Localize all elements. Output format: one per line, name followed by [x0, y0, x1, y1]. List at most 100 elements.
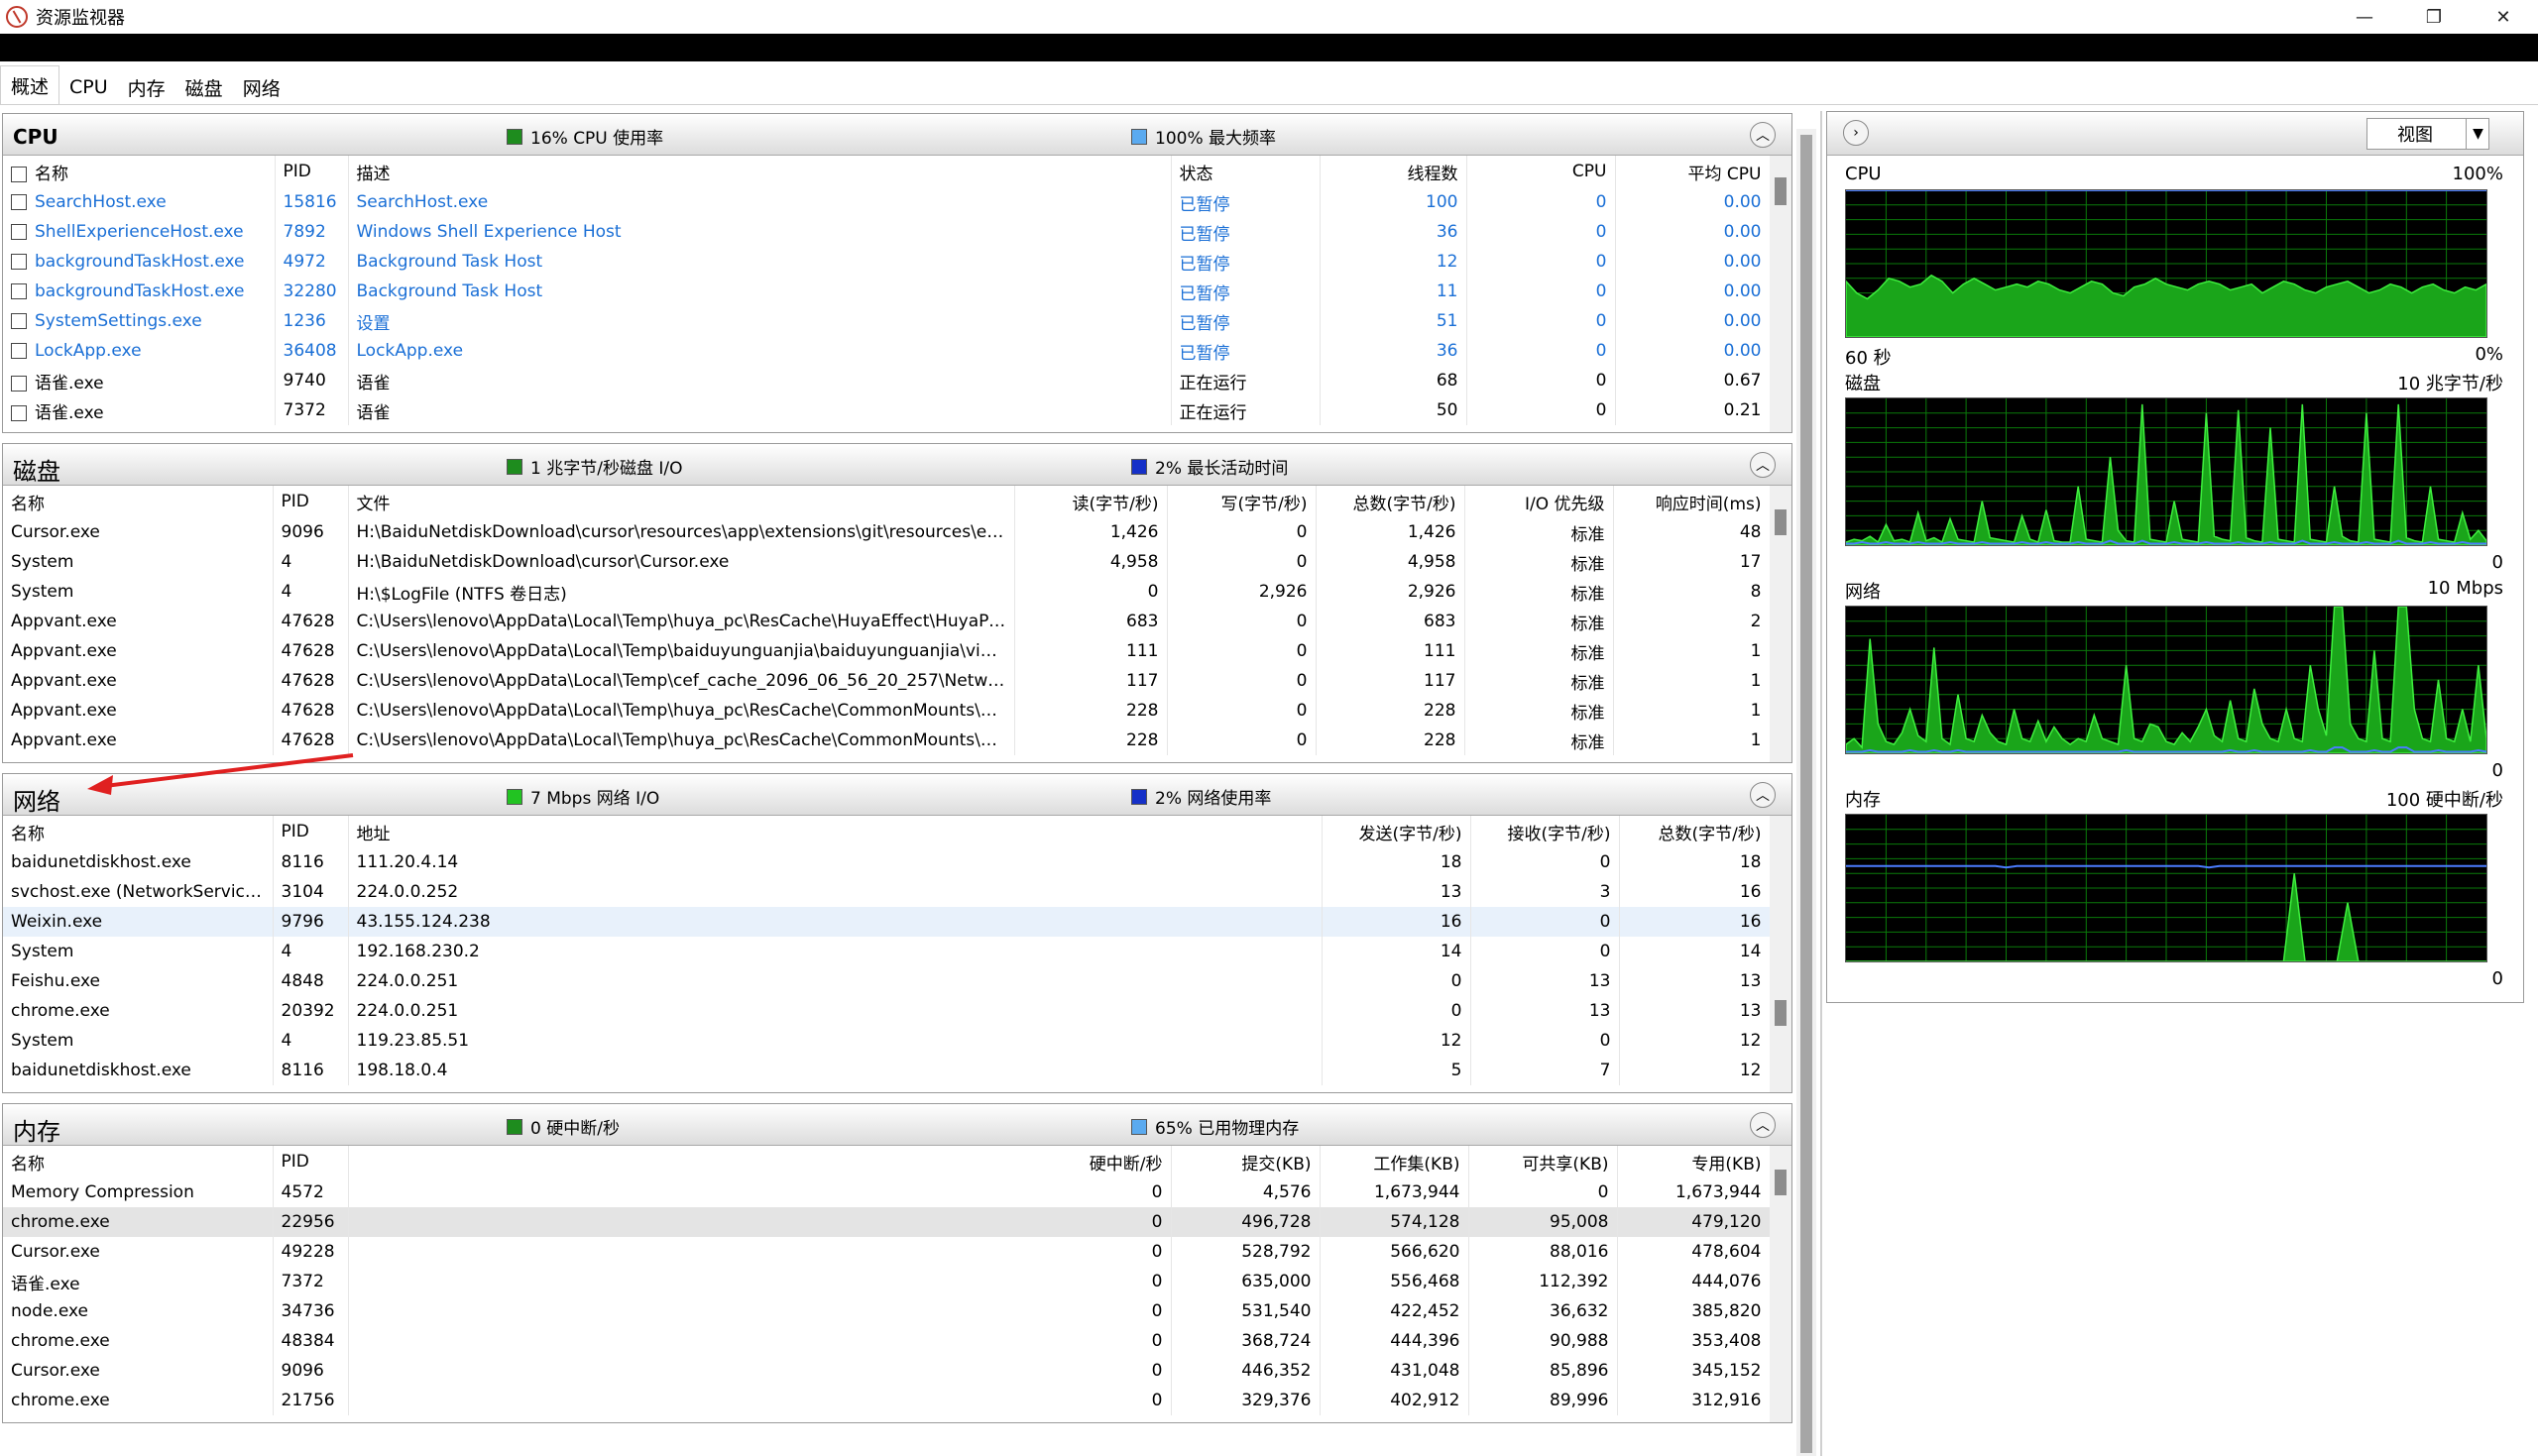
cpu-process-row[interactable]: LockApp.exe 36408 LockApp.exe 已暂停 36 0 0.00 [3, 336, 1771, 366]
panel-splitter[interactable] [1820, 111, 1822, 1456]
cpu-section: CPU 16% CPU 使用率 100% 最大频率 ︿ 名称 PID 描述 状态… [2, 113, 1792, 433]
column-header-pid[interactable]: PID [273, 486, 349, 517]
memory-process-row[interactable]: chrome.exe 21756 0 329,376 402,912 89,996 312,… [3, 1386, 1771, 1415]
expand-graphs-icon[interactable]: › [1843, 120, 1869, 146]
column-header-response-time[interactable]: 响应时间(ms) [1613, 486, 1771, 517]
disk-activity-row[interactable]: Appvant.exe 47628 C:\Users\lenovo\AppData\… [3, 666, 1771, 696]
column-header-description[interactable]: 描述 [348, 156, 1172, 187]
cpu-scroll-thumb[interactable] [1775, 177, 1787, 205]
tab-disk[interactable]: 磁盘 [175, 69, 233, 105]
disk-scroll-thumb[interactable] [1775, 509, 1787, 535]
collapse-disk-icon[interactable]: ︿ [1750, 452, 1776, 478]
column-header-working-set[interactable]: 工作集(KB) [1320, 1146, 1469, 1177]
tab-network[interactable]: 网络 [233, 69, 290, 105]
column-header-read[interactable]: 读(字节/秒) [1014, 486, 1168, 517]
disk-activity-row[interactable]: Cursor.exe 9096 H:\BaiduNetdiskDownload\cu… [3, 517, 1771, 547]
column-header-avg-cpu[interactable]: 平均 CPU [1615, 156, 1771, 187]
column-header-name[interactable]: 名称 [3, 816, 274, 847]
tab-overview[interactable]: 概述 [0, 65, 60, 105]
memory-scroll-thumb[interactable] [1775, 1170, 1787, 1195]
disk-activity-row[interactable]: Appvant.exe 47628 C:\Users\lenovo\AppData\… [3, 696, 1771, 726]
column-header-receive[interactable]: 接收(字节/秒) [1470, 816, 1620, 847]
process-checkbox[interactable] [11, 254, 27, 270]
column-header-shareable[interactable]: 可共享(KB) [1468, 1146, 1618, 1177]
column-header-pid[interactable]: PID [273, 816, 349, 847]
process-checkbox[interactable] [11, 375, 27, 392]
network-scroll-thumb[interactable] [1775, 1000, 1787, 1026]
network-table-scrollbar[interactable] [1770, 816, 1791, 1092]
disk-activity-row[interactable]: System 4 H:\$LogFile (NTFS 卷日志) 0 2,926 2,926… [3, 577, 1771, 607]
network-activity-row[interactable]: Feishu.exe 4848 224.0.0.251 0 13 13 [3, 966, 1771, 996]
disk-activity-row[interactable]: Appvant.exe 47628 C:\Users\lenovo\AppData\… [3, 636, 1771, 666]
network-activity-row[interactable]: chrome.exe 20392 224.0.0.251 0 13 13 [3, 996, 1771, 1026]
column-header-file[interactable]: 文件 [348, 486, 1015, 517]
memory-process-row[interactable]: 语雀.exe 7372 0 635,000 556,468 112,392 444,076 [3, 1267, 1771, 1296]
cpu-table-scrollbar[interactable] [1770, 156, 1791, 432]
cpu-process-row[interactable]: SystemSettings.exe 1236 设置 已暂停 51 0 0.00 [3, 306, 1771, 336]
network-activity-row[interactable]: baidunetdiskhost.exe 8116 198.18.0.4 5 7 12 [3, 1056, 1771, 1085]
memory-process-row[interactable]: node.exe 34736 0 531,540 422,452 36,632 385,82… [3, 1296, 1771, 1326]
memory-process-row[interactable]: chrome.exe 48384 0 368,724 444,396 90,988 353,… [3, 1326, 1771, 1356]
column-header-total[interactable]: 总数(字节/秒) [1619, 816, 1771, 847]
select-all-checkbox[interactable] [11, 166, 27, 182]
network-activity-row[interactable]: Weixin.exe 9796 43.155.124.238 16 0 16 [3, 907, 1771, 937]
view-dropdown-chevron-icon[interactable]: ▼ [2466, 118, 2489, 150]
cpu-section-header[interactable]: CPU 16% CPU 使用率 100% 最大频率 ︿ [3, 114, 1791, 156]
maximize-button[interactable]: ❐ [2399, 0, 2469, 34]
process-checkbox[interactable] [11, 283, 27, 299]
process-checkbox[interactable] [11, 404, 27, 421]
minimize-button[interactable]: — [2330, 0, 2399, 34]
cpu-process-row[interactable]: ShellExperienceHost.exe 7892 Windows Shell… [3, 217, 1771, 247]
column-header-name[interactable]: 名称 [3, 1146, 274, 1177]
cpu-process-row[interactable]: backgroundTaskHost.exe 32280 Background Ta… [3, 277, 1771, 306]
column-header-total[interactable]: 总数(字节/秒) [1316, 486, 1465, 517]
collapse-network-icon[interactable]: ︿ [1750, 782, 1776, 808]
network-activity-row[interactable]: svchost.exe (NetworkService -p) 3104 224.0… [3, 877, 1771, 907]
column-header-pid[interactable]: PID [273, 1146, 349, 1177]
cpu-process-row[interactable]: 语雀.exe 9740 语雀 正在运行 68 0 0.67 [3, 366, 1771, 395]
column-header-pid[interactable]: PID [275, 156, 349, 187]
close-button[interactable]: ✕ [2469, 0, 2538, 34]
column-header-io-priority[interactable]: I/O 优先级 [1464, 486, 1614, 517]
collapse-memory-icon[interactable]: ︿ [1750, 1112, 1776, 1138]
column-header-address[interactable]: 地址 [348, 816, 1323, 847]
column-header-name[interactable]: 名称 [3, 156, 276, 187]
memory-table-scrollbar[interactable] [1770, 1146, 1791, 1422]
disk-table-scrollbar[interactable] [1770, 486, 1791, 762]
collapse-cpu-icon[interactable]: ︿ [1750, 122, 1776, 148]
disk-graph-svg [1846, 398, 2486, 545]
column-header-threads[interactable]: 线程数 [1320, 156, 1467, 187]
cpu-process-row[interactable]: 语雀.exe 7372 语雀 正在运行 50 0 0.21 [3, 395, 1771, 425]
column-header-send[interactable]: 发送(字节/秒) [1322, 816, 1471, 847]
column-header-cpu[interactable]: CPU [1466, 156, 1616, 187]
disk-activity-row[interactable]: Appvant.exe 47628 C:\Users\lenovo\AppData\… [3, 607, 1771, 636]
memory-section-header[interactable]: 内存 0 硬中断/秒 65% 已用物理内存 ︿ [3, 1104, 1791, 1146]
column-header-commit[interactable]: 提交(KB) [1171, 1146, 1321, 1177]
tab-memory[interactable]: 内存 [118, 69, 175, 105]
column-header-hard-faults[interactable]: 硬中断/秒 [348, 1146, 1172, 1177]
process-checkbox[interactable] [11, 313, 27, 329]
left-panel-scrollbar[interactable] [1796, 129, 1816, 1456]
cpu-process-row[interactable]: backgroundTaskHost.exe 4972 Background Tas… [3, 247, 1771, 277]
column-header-write[interactable]: 写(字节/秒) [1167, 486, 1317, 517]
memory-process-row[interactable]: Cursor.exe 49228 0 528,792 566,620 88,016 478,… [3, 1237, 1771, 1267]
column-header-name[interactable]: 名称 [3, 486, 274, 517]
disk-activity-row[interactable]: System 4 H:\BaiduNetdiskDownload\cursor\Cu… [3, 547, 1771, 577]
disk-graph-max: 10 兆字节/秒 [2397, 374, 2503, 394]
process-checkbox[interactable] [11, 224, 27, 240]
column-header-private[interactable]: 专用(KB) [1617, 1146, 1771, 1177]
memory-process-row[interactable]: Memory Compression 4572 0 4,576 1,673,944 0 1,… [3, 1177, 1771, 1207]
network-activity-row[interactable]: baidunetdiskhost.exe 8116 111.20.4.14 18 0 18 [3, 847, 1771, 877]
process-checkbox[interactable] [11, 194, 27, 210]
process-checkbox[interactable] [11, 343, 27, 359]
pid-cell: 9096 [273, 517, 349, 547]
tab-cpu[interactable]: CPU [59, 69, 118, 105]
column-header-status[interactable]: 状态 [1171, 156, 1321, 187]
network-activity-row[interactable]: System 4 119.23.85.51 12 0 12 [3, 1026, 1771, 1056]
memory-process-row[interactable]: chrome.exe 22956 0 496,728 574,128 95,008 479,… [3, 1207, 1771, 1237]
network-activity-row[interactable]: System 4 192.168.230.2 14 0 14 [3, 937, 1771, 966]
left-panel-scroll-thumb[interactable] [1800, 135, 1812, 1453]
memory-process-row[interactable]: Cursor.exe 9096 0 446,352 431,048 85,896 345,1… [3, 1356, 1771, 1386]
disk-section-header[interactable]: 磁盘 1 兆字节/秒磁盘 I/O 2% 最长活动时间 ︿ [3, 444, 1791, 486]
cpu-process-row[interactable]: SearchHost.exe 15816 SearchHost.exe 已暂停 100 0… [3, 187, 1771, 217]
